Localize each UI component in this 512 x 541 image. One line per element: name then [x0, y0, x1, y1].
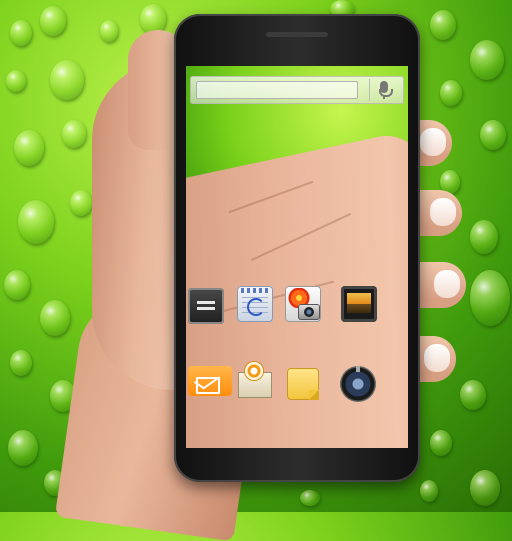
messaging-icon[interactable]: [188, 366, 232, 396]
voice-search-button[interactable]: [369, 79, 398, 101]
phone-bottom-bezel: [174, 436, 420, 482]
gallery-icon[interactable]: [341, 286, 377, 322]
search-input[interactable]: [196, 81, 358, 99]
settings-knob-icon[interactable]: [340, 366, 376, 402]
phone-device: [174, 14, 420, 482]
notes-icon[interactable]: [188, 288, 224, 324]
phone-screen: [186, 66, 408, 448]
email-icon[interactable]: [236, 362, 272, 398]
camera-photo-icon[interactable]: [285, 286, 321, 322]
memo-icon[interactable]: [287, 368, 319, 400]
earpiece-speaker: [266, 32, 328, 37]
calendar-icon[interactable]: [237, 286, 273, 322]
search-bar[interactable]: [190, 76, 404, 104]
